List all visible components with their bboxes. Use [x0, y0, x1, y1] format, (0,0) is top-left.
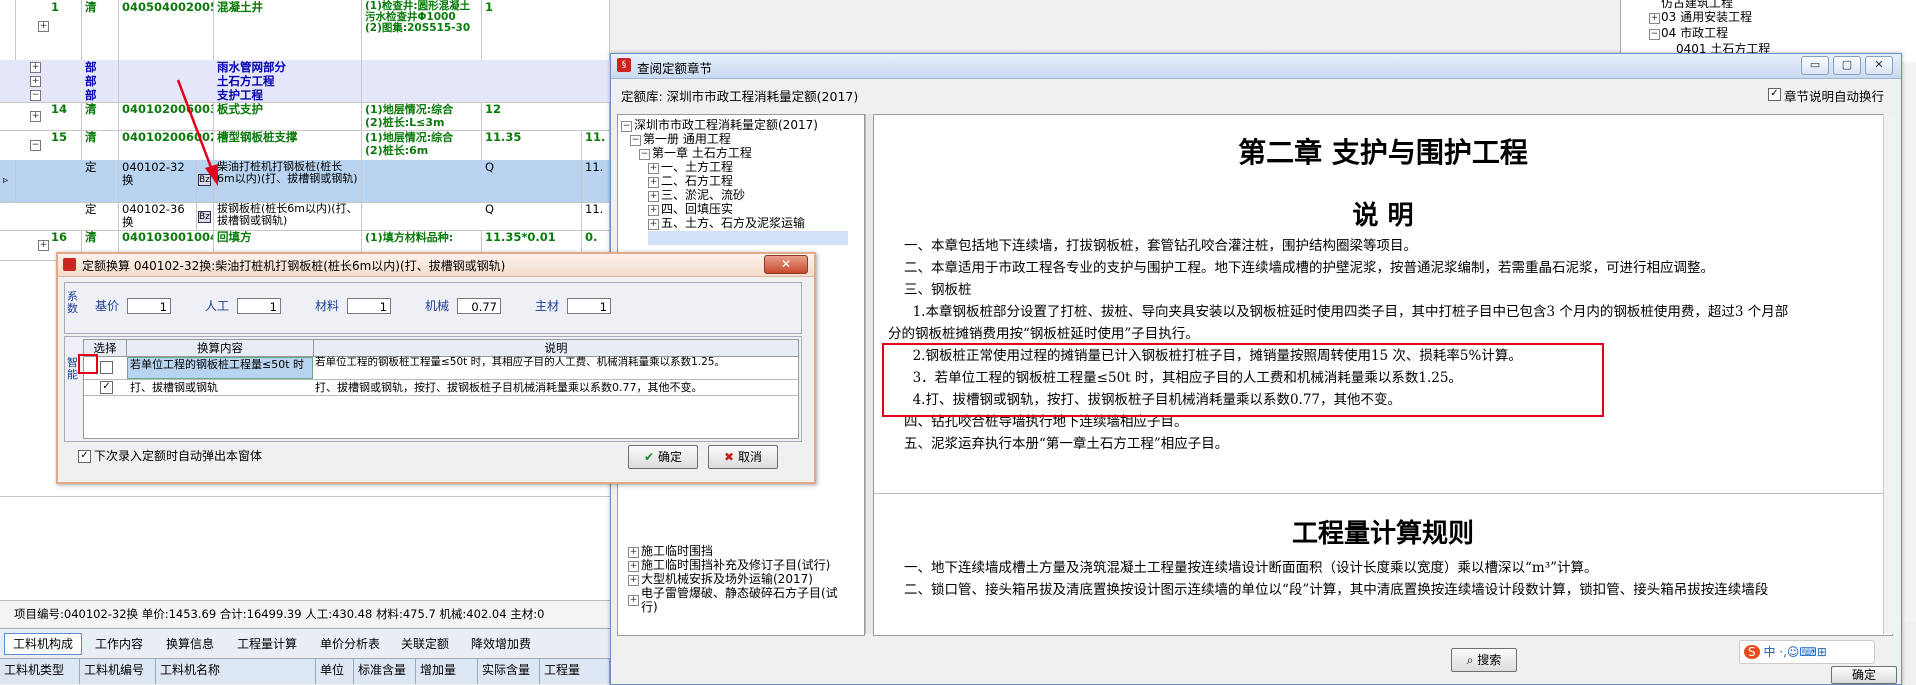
- highlight-box: [78, 354, 98, 374]
- auto-popup-checkbox[interactable]: ✓: [78, 450, 91, 463]
- adjust-desc-cell: 若单位工程的钢板桩工程量≤50t 时，其相应子目的人工费、机械消耗量乘以系数1.…: [315, 356, 725, 368]
- coef-label: 基价: [95, 299, 120, 313]
- adjust-content-cell[interactable]: 打、拔槽钢或钢轨: [130, 380, 218, 395]
- coef-side-label: 系数: [67, 290, 78, 315]
- coef-label: 人工: [205, 299, 230, 313]
- adjust-table[interactable]: 选择 换算内容 说明 若单位工程的钢板桩工程量≤50t 时 若单位工程的钢板桩工…: [83, 339, 799, 439]
- cancel-button[interactable]: ✖ 取消: [708, 445, 778, 469]
- dialog-titlebar[interactable]: 定额换算 040102-32换:柴油打桩机打钢板桩(桩长6m以内)(打、拔槽钢或…: [58, 254, 814, 277]
- coef-label: 主材: [535, 299, 560, 313]
- coef-label: 材料: [315, 299, 340, 313]
- check-icon: ✔: [644, 450, 655, 464]
- coef-panel: 系数 基价 1 人工 1 材料 1 机械 0.77 主材 1: [64, 282, 802, 334]
- coef-label: 机械: [425, 299, 450, 313]
- adjust-content-cell[interactable]: 若单位工程的钢板桩工程量≤50t 时: [127, 357, 313, 379]
- table-row[interactable]: 若单位工程的钢板桩工程量≤50t 时 若单位工程的钢板桩工程量≤50t 时，其相…: [84, 357, 798, 380]
- select-checkbox[interactable]: ✓: [100, 381, 113, 394]
- base-price-input[interactable]: 1: [127, 298, 171, 314]
- cross-icon: ✖: [724, 450, 735, 464]
- table-row[interactable]: ✓ 打、拔槽钢或钢轨 打、拔槽钢或钢轨，按打、拔钢板桩子目机械消耗量乘以系数0.…: [84, 380, 798, 396]
- ok-button[interactable]: ✔ 确定: [628, 445, 698, 469]
- close-button[interactable]: ✕: [764, 255, 808, 274]
- machine-input[interactable]: 0.77: [457, 298, 501, 314]
- arrow-head: [205, 164, 218, 186]
- table-header: 选择 换算内容 说明: [84, 340, 798, 357]
- labor-input[interactable]: 1: [237, 298, 281, 314]
- main-material-input[interactable]: 1: [567, 298, 611, 314]
- select-checkbox[interactable]: [100, 361, 113, 374]
- red-arrow: [176, 79, 214, 171]
- app-icon: [63, 258, 76, 271]
- adjust-desc-cell: 打、拔槽钢或钢轨，按打、拔钢板桩子目机械消耗量乘以系数0.77，其他不变。: [315, 381, 703, 394]
- dialog-title: 定额换算 040102-32换:柴油打桩机打钢板桩(桩长6m以内)(打、拔槽钢或…: [82, 259, 506, 273]
- quota-adjust-dialog: 定额换算 040102-32换:柴油打桩机打钢板桩(桩长6m以内)(打、拔槽钢或…: [56, 252, 816, 484]
- auto-popup-label: 下次录入定额时自动弹出本窗体: [94, 449, 263, 463]
- material-input[interactable]: 1: [347, 298, 391, 314]
- smart-panel: 智能 选择 换算内容 说明 若单位工程的钢板桩工程量≤50t 时 若单位工程的钢…: [64, 336, 802, 442]
